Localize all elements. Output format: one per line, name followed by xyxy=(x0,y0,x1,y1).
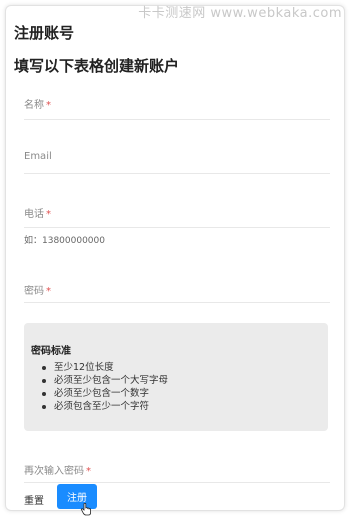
password-rules-list: 至少12位长度 必须至少包含一个大写字母 必须至少包含一个数字 必须包含至少一个… xyxy=(41,361,169,413)
password-rule-item: 必须包含至少一个字符 xyxy=(41,400,168,413)
reset-button[interactable]: 重置 xyxy=(24,492,44,507)
password-underline xyxy=(24,302,330,303)
phone-hint: 如：13800000000 xyxy=(24,236,105,246)
page-title: 注册账号 xyxy=(14,24,75,42)
watermark: 卡卡测速网 www.webkaka.com xyxy=(138,6,342,21)
registration-card xyxy=(5,5,345,511)
phone-input[interactable] xyxy=(24,209,330,223)
password-rule-item: 必须至少包含一个数字 xyxy=(41,387,168,400)
password-rules-box: 密码标准 至少12位长度 必须至少包含一个大写字母 必须至少包含一个数字 必须包… xyxy=(24,323,328,431)
phone-underline xyxy=(24,227,330,228)
password-input[interactable] xyxy=(24,285,330,299)
page-subtitle: 填写以下表格创建新账户 xyxy=(14,57,180,75)
confirm-password-input[interactable] xyxy=(24,465,330,479)
name-underline xyxy=(24,119,330,120)
password-rules-title: 密码标准 xyxy=(31,346,71,357)
confirm-password-underline xyxy=(24,482,330,483)
password-rule-item: 必须至少包含一个大写字母 xyxy=(41,375,169,386)
password-rule-item: 至少12位长度 xyxy=(41,361,168,374)
hand-pointer-icon xyxy=(80,503,91,516)
name-input[interactable] xyxy=(24,100,330,114)
email-input[interactable] xyxy=(24,155,330,169)
email-underline xyxy=(24,173,330,174)
